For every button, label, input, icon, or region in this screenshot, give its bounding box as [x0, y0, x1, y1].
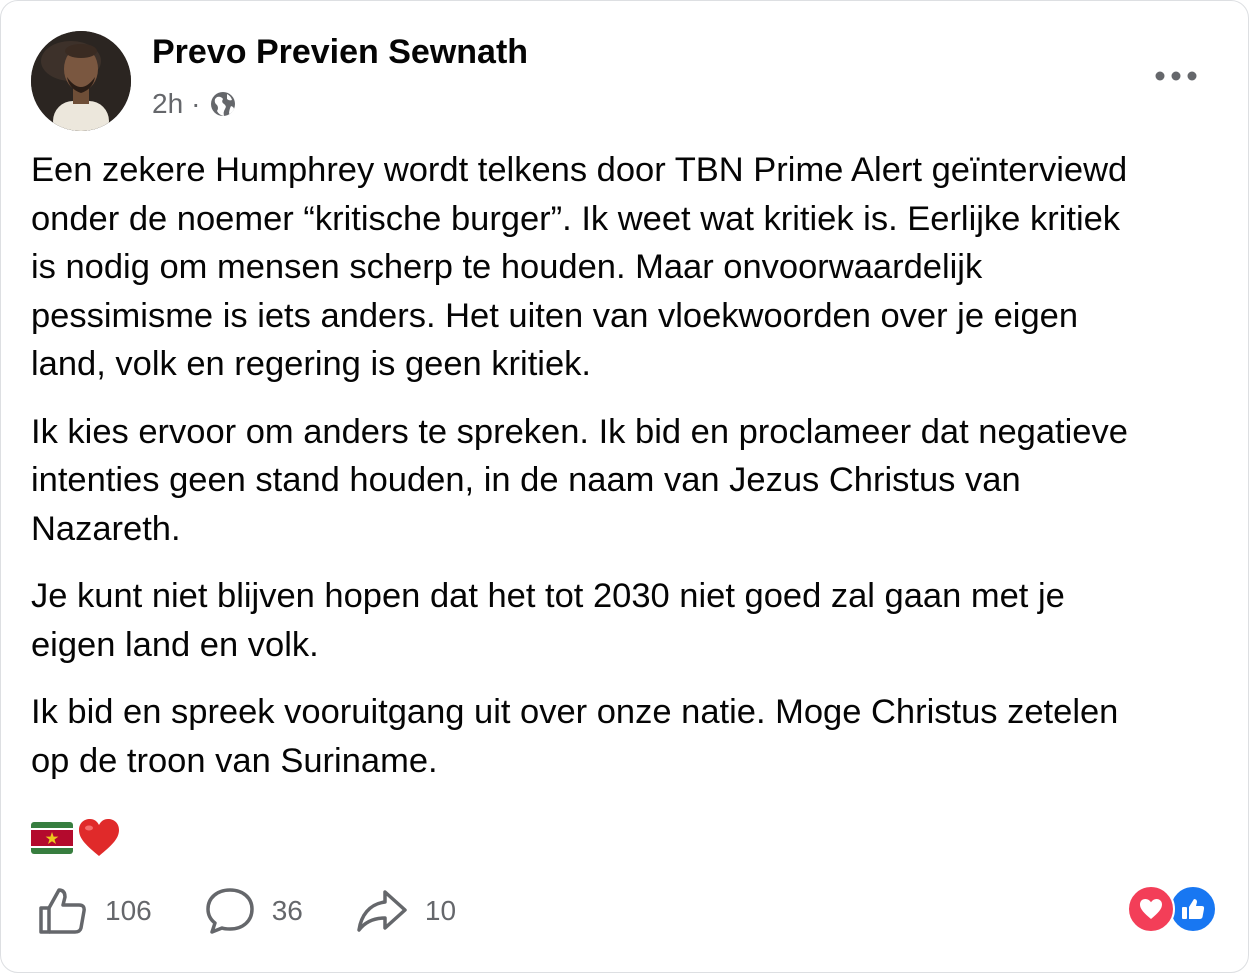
author-name[interactable]: Prevo Previen Sewnath [152, 31, 528, 73]
share-count: 10 [424, 895, 457, 926]
post-paragraph: Ik bid en spreek vooruitgang uit over on… [31, 693, 1119, 780]
comment-count: 36 [271, 895, 303, 926]
globe-icon[interactable] [208, 89, 238, 119]
avatar[interactable] [31, 31, 131, 131]
post-body: Een zekere Humphrey wordt telkens door T… [31, 146, 1226, 804]
post-meta: 2h · [152, 85, 238, 123]
comment-icon [205, 888, 254, 934]
thumbs-up-icon [39, 888, 86, 934]
post-card: Prevo Previen Sewnath 2h · Een zekere Hu… [0, 0, 1249, 973]
like-count: 106 [105, 895, 152, 926]
post-paragraph: Ik kies ervoor om anders te spreken. Ik … [31, 412, 1128, 548]
like-reaction-icon [1169, 885, 1217, 933]
like-button[interactable]: 106 [37, 886, 152, 936]
post-paragraph: Je kunt niet blijven hopen dat het tot 2… [31, 577, 1065, 664]
red-heart-icon [77, 818, 121, 858]
post-timestamp[interactable]: 2h [152, 88, 183, 120]
meta-separator: · [191, 88, 201, 119]
more-horizontal-icon [1155, 71, 1197, 81]
love-reaction-icon [1127, 885, 1175, 933]
post-actions: 106 36 10 [37, 885, 508, 937]
share-button[interactable]: 10 [355, 886, 456, 936]
reactions-summary[interactable] [1127, 885, 1219, 933]
comment-button[interactable]: 36 [204, 886, 303, 936]
share-arrow-icon [357, 890, 407, 932]
post-emojis [31, 815, 121, 861]
post-paragraph: Een zekere Humphrey wordt telkens door T… [31, 151, 1128, 383]
suriname-flag-icon [31, 822, 73, 854]
more-options-button[interactable] [1151, 59, 1201, 93]
